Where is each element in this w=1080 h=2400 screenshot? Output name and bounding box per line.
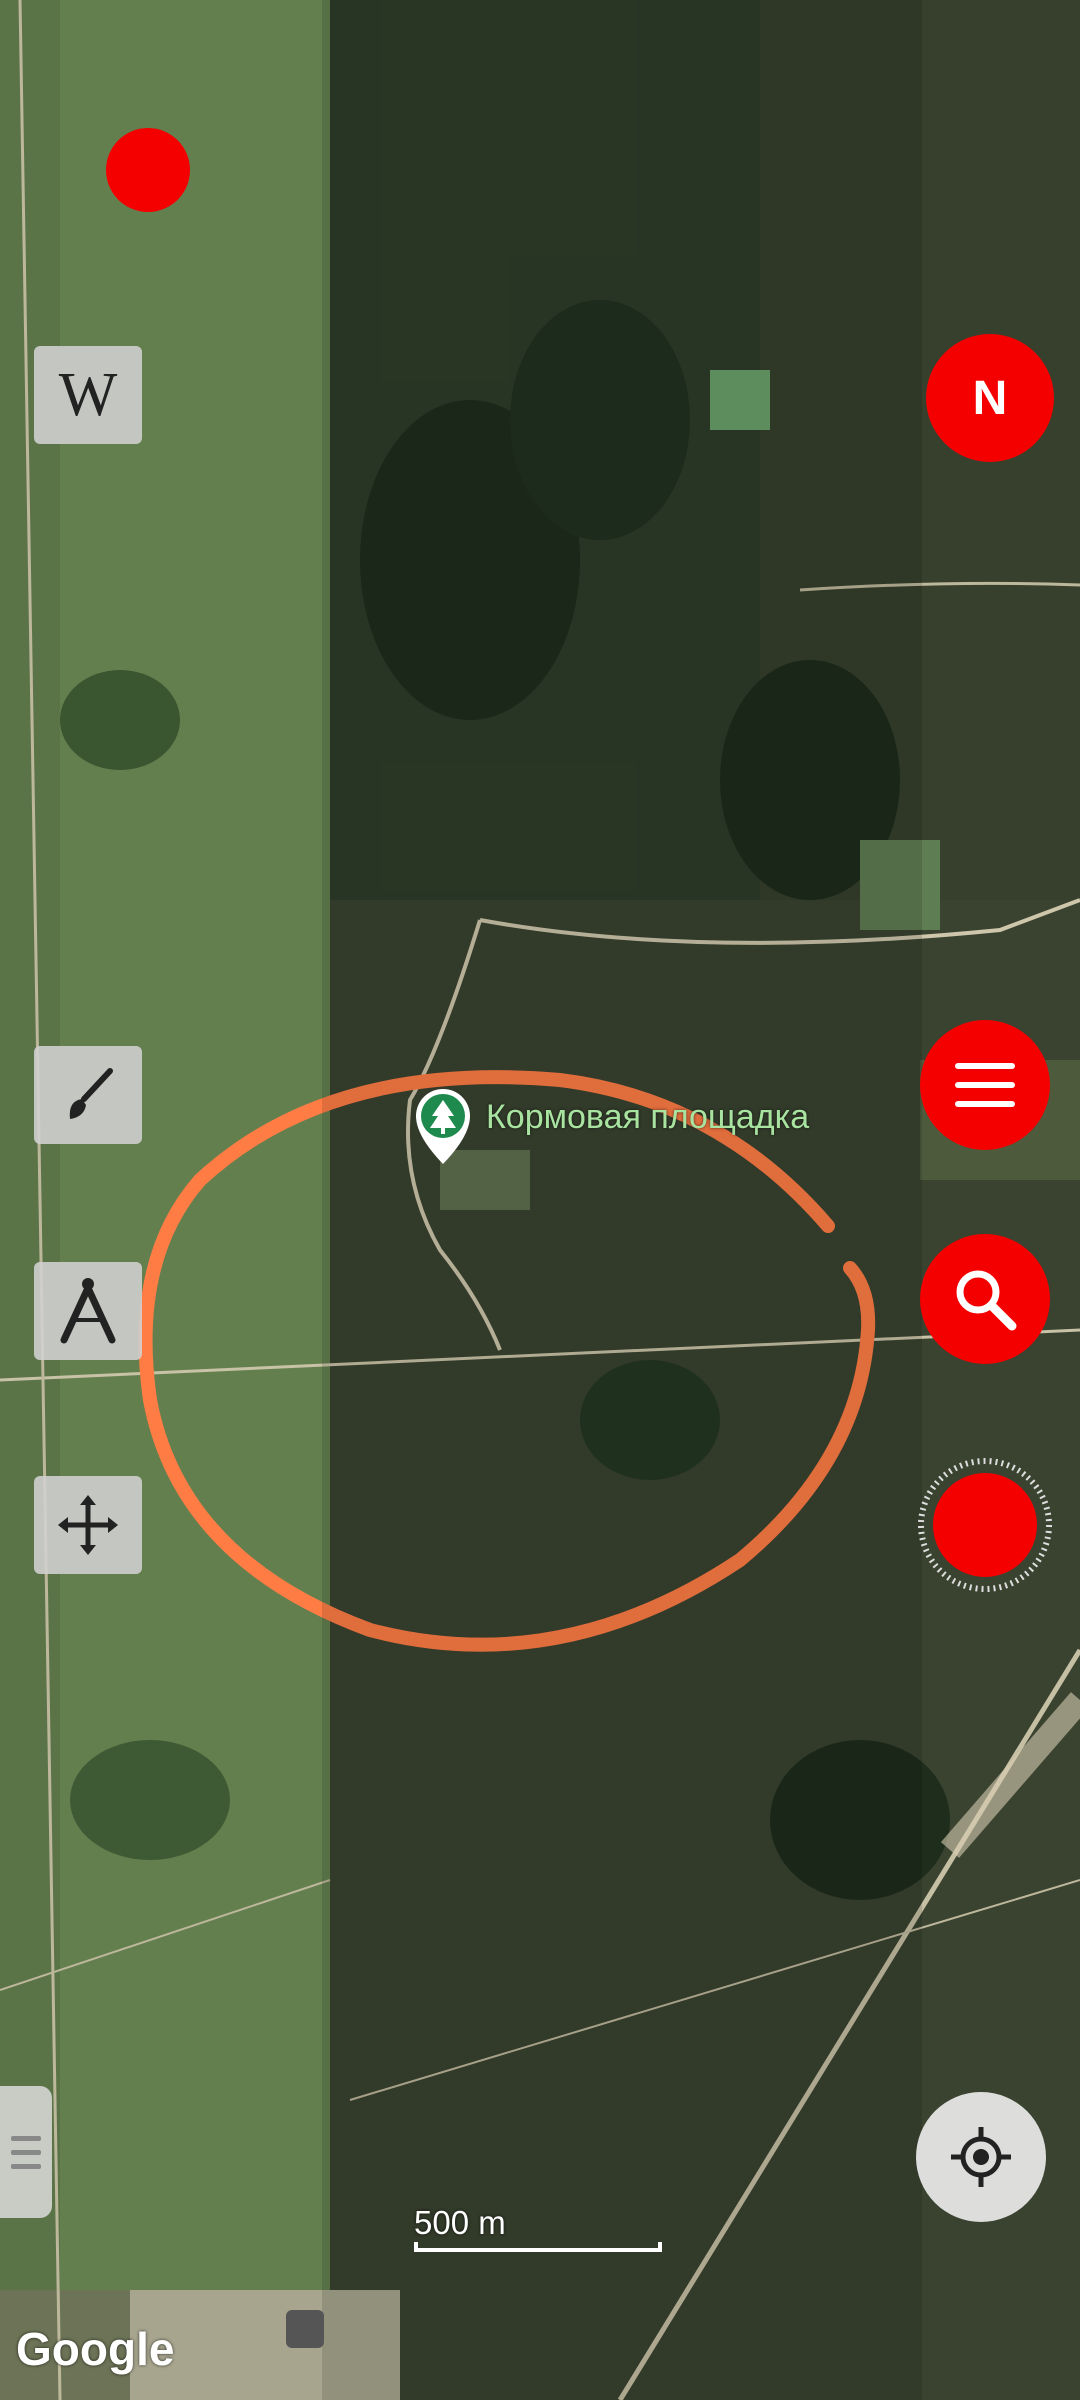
brush-icon	[69, 1068, 113, 1119]
record-dial-icon	[918, 1458, 1052, 1592]
search-button[interactable]	[920, 1234, 1050, 1364]
my-location-button[interactable]	[916, 2092, 1046, 2222]
scale-bar	[414, 2242, 662, 2252]
google-attribution: Google	[16, 2323, 175, 2375]
menu-button[interactable]	[920, 1020, 1050, 1150]
my-location-icon	[951, 2127, 1011, 2187]
poi-marker[interactable]	[410, 1086, 476, 1166]
search-icon	[956, 1270, 1017, 1331]
brush-button[interactable]	[34, 1046, 142, 1144]
compass-north-button[interactable]: N	[926, 334, 1054, 462]
map-shade-overlay	[322, 0, 922, 2400]
track-record-button[interactable]	[916, 1456, 1054, 1594]
move-arrows-icon	[58, 1495, 118, 1555]
record-dot-icon[interactable]	[106, 128, 190, 212]
compass-north-icon: N	[972, 371, 1008, 425]
scale-label: 500 m	[414, 2204, 506, 2241]
measure-button[interactable]	[34, 1262, 142, 1360]
move-button[interactable]	[34, 1476, 142, 1574]
map-layer-indicator[interactable]	[286, 2310, 324, 2348]
side-drawer-handle[interactable]	[0, 2086, 52, 2218]
measure-compass-icon	[60, 1278, 116, 1344]
wikipedia-button[interactable]: W	[34, 346, 142, 444]
wikipedia-icon: W	[58, 360, 118, 429]
poi-label[interactable]: Кормовая площадка	[486, 1098, 809, 1137]
menu-icon	[955, 1063, 1015, 1107]
tree-poi-icon	[416, 1089, 470, 1164]
drawer-handle-icon	[11, 2136, 41, 2169]
